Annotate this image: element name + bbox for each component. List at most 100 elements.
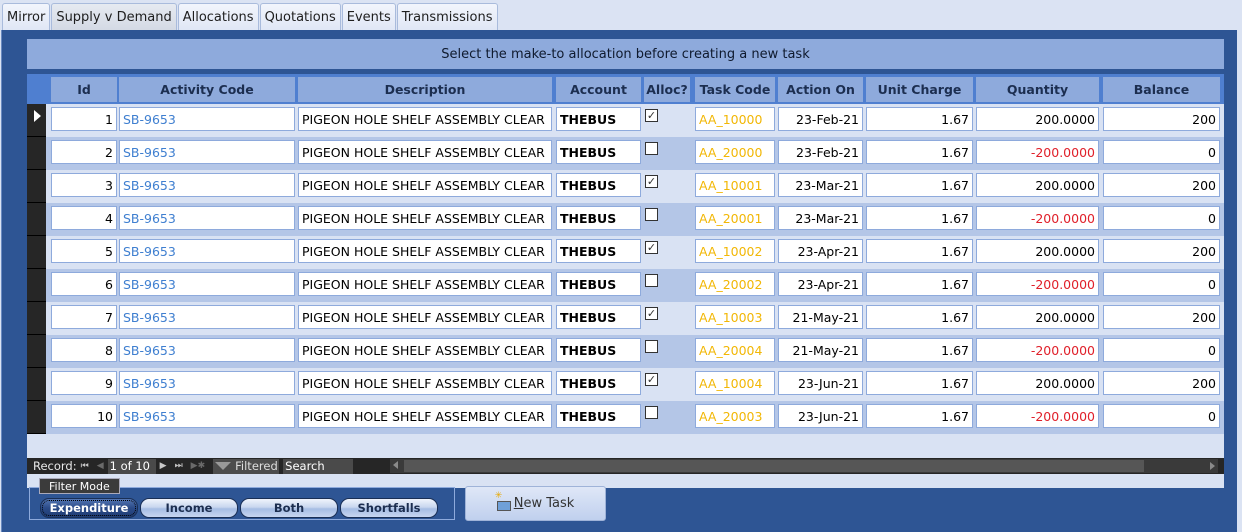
record-selector[interactable] — [27, 335, 46, 368]
table-row[interactable]: 4 SB-9653 PIGEON HOLE SHELF ASSEMBLY CLEAR… — [27, 203, 1224, 236]
action-on-field[interactable]: 23-Mar-21 — [778, 173, 863, 197]
task-code-field[interactable]: AA_10001 — [695, 173, 775, 197]
table-row[interactable]: 7 SB-9653 PIGEON HOLE SHELF ASSEMBLY CLEAR… — [27, 302, 1224, 335]
quantity-field[interactable]: -200.0000 — [976, 272, 1099, 296]
description-field[interactable]: PIGEON HOLE SHELF ASSEMBLY CLEAR — [298, 305, 552, 329]
balance-field[interactable]: 200 — [1103, 371, 1220, 395]
table-row[interactable]: 8 SB-9653 PIGEON HOLE SHELF ASSEMBLY CLEAR… — [27, 335, 1224, 368]
column-header-description[interactable]: Description — [298, 77, 552, 102]
id-field[interactable]: 5 — [51, 239, 117, 263]
balance-field[interactable]: 200 — [1103, 173, 1220, 197]
id-field[interactable]: 7 — [51, 305, 117, 329]
task-code-field[interactable]: AA_10003 — [695, 305, 775, 329]
scroll-left-icon[interactable] — [393, 461, 398, 469]
record-selector[interactable] — [27, 236, 46, 269]
action-on-field[interactable]: 21-May-21 — [778, 338, 863, 362]
activity-code-field[interactable]: SB-9653 — [119, 404, 295, 428]
filter-shortfalls-button[interactable]: Shortfalls — [340, 498, 438, 518]
account-field[interactable]: THEBUS — [556, 239, 641, 263]
account-field[interactable]: THEBUS — [556, 140, 641, 164]
previous-record-button[interactable]: ◀ — [97, 461, 104, 471]
quantity-field[interactable]: 200.0000 — [976, 371, 1099, 395]
record-selector[interactable] — [27, 104, 46, 137]
balance-field[interactable]: 0 — [1103, 140, 1220, 164]
unit-charge-field[interactable]: 1.67 — [866, 239, 973, 263]
activity-code-field[interactable]: SB-9653 — [119, 371, 295, 395]
table-row[interactable]: 10 SB-9653 PIGEON HOLE SHELF ASSEMBLY CLEA… — [27, 401, 1224, 434]
id-field[interactable]: 9 — [51, 371, 117, 395]
activity-code-field[interactable]: SB-9653 — [119, 338, 295, 362]
balance-field[interactable]: 200 — [1103, 107, 1220, 131]
activity-code-field[interactable]: SB-9653 — [119, 239, 295, 263]
record-selector[interactable] — [27, 269, 46, 302]
account-field[interactable]: THEBUS — [556, 272, 641, 296]
column-header-id[interactable]: Id — [51, 77, 117, 102]
action-on-field[interactable]: 21-May-21 — [778, 305, 863, 329]
new-task-button[interactable]: New Task — [465, 486, 606, 521]
filter-expenditure-button[interactable]: Expenditure — [40, 498, 138, 518]
record-selector[interactable] — [27, 368, 46, 401]
id-field[interactable]: 2 — [51, 140, 117, 164]
description-field[interactable]: PIGEON HOLE SHELF ASSEMBLY CLEAR — [298, 338, 552, 362]
quantity-field[interactable]: 200.0000 — [976, 305, 1099, 329]
table-row[interactable]: 3 SB-9653 PIGEON HOLE SHELF ASSEMBLY CLEAR… — [27, 170, 1224, 203]
activity-code-field[interactable]: SB-9653 — [119, 173, 295, 197]
table-row[interactable]: 2 SB-9653 PIGEON HOLE SHELF ASSEMBLY CLEAR… — [27, 137, 1224, 170]
description-field[interactable]: PIGEON HOLE SHELF ASSEMBLY CLEAR — [298, 206, 552, 230]
alloc-checkbox[interactable] — [645, 274, 658, 287]
id-field[interactable]: 3 — [51, 173, 117, 197]
task-code-field[interactable]: AA_20001 — [695, 206, 775, 230]
unit-charge-field[interactable]: 1.67 — [866, 173, 973, 197]
quantity-field[interactable]: -200.0000 — [976, 206, 1099, 230]
scrollbar-thumb[interactable] — [404, 460, 1144, 472]
unit-charge-field[interactable]: 1.67 — [866, 338, 973, 362]
activity-code-field[interactable]: SB-9653 — [119, 107, 295, 131]
new-record-button[interactable]: ▶✱ — [191, 461, 205, 471]
activity-code-field[interactable]: SB-9653 — [119, 140, 295, 164]
account-field[interactable]: THEBUS — [556, 107, 641, 131]
alloc-checkbox[interactable] — [645, 340, 658, 353]
action-on-field[interactable]: 23-Apr-21 — [778, 272, 863, 296]
quantity-field[interactable]: 200.0000 — [976, 173, 1099, 197]
balance-field[interactable]: 0 — [1103, 272, 1220, 296]
task-code-field[interactable]: AA_10002 — [695, 239, 775, 263]
balance-field[interactable]: 200 — [1103, 305, 1220, 329]
column-header-balance[interactable]: Balance — [1103, 77, 1220, 102]
record-selector[interactable] — [27, 170, 46, 203]
unit-charge-field[interactable]: 1.67 — [866, 206, 973, 230]
action-on-field[interactable]: 23-Apr-21 — [778, 239, 863, 263]
alloc-checkbox[interactable]: ✓ — [645, 307, 658, 320]
description-field[interactable]: PIGEON HOLE SHELF ASSEMBLY CLEAR — [298, 140, 552, 164]
quantity-field[interactable]: -200.0000 — [976, 140, 1099, 164]
next-record-button[interactable]: ▶ — [160, 461, 167, 471]
alloc-checkbox[interactable]: ✓ — [645, 175, 658, 188]
quantity-field[interactable]: -200.0000 — [976, 404, 1099, 428]
alloc-checkbox[interactable]: ✓ — [645, 241, 658, 254]
account-field[interactable]: THEBUS — [556, 404, 641, 428]
task-code-field[interactable]: AA_20004 — [695, 338, 775, 362]
column-header-unit-charge[interactable]: Unit Charge — [866, 77, 973, 102]
current-record-field[interactable]: 1 of 10 — [107, 458, 156, 474]
filter-both-button[interactable]: Both — [240, 498, 338, 518]
last-record-button[interactable]: ⏭ — [175, 461, 183, 471]
column-header-account[interactable]: Account — [556, 77, 641, 102]
unit-charge-field[interactable]: 1.67 — [866, 140, 973, 164]
tab-allocations[interactable]: Allocations — [177, 3, 259, 31]
action-on-field[interactable]: 23-Feb-21 — [778, 140, 863, 164]
balance-field[interactable]: 200 — [1103, 239, 1220, 263]
activity-code-field[interactable]: SB-9653 — [119, 305, 295, 329]
alloc-checkbox[interactable] — [645, 142, 658, 155]
task-code-field[interactable]: AA_10004 — [695, 371, 775, 395]
description-field[interactable]: PIGEON HOLE SHELF ASSEMBLY CLEAR — [298, 107, 552, 131]
unit-charge-field[interactable]: 1.67 — [866, 404, 973, 428]
column-header-task-code[interactable]: Task Code — [695, 77, 775, 102]
column-header-quantity[interactable]: Quantity — [976, 77, 1099, 102]
task-code-field[interactable]: AA_20002 — [695, 272, 775, 296]
id-field[interactable]: 8 — [51, 338, 117, 362]
action-on-field[interactable]: 23-Feb-21 — [778, 107, 863, 131]
task-code-field[interactable]: AA_10000 — [695, 107, 775, 131]
table-row[interactable]: 6 SB-9653 PIGEON HOLE SHELF ASSEMBLY CLEAR… — [27, 269, 1224, 302]
record-selector[interactable] — [27, 137, 46, 170]
balance-field[interactable]: 0 — [1103, 404, 1220, 428]
activity-code-field[interactable]: SB-9653 — [119, 206, 295, 230]
